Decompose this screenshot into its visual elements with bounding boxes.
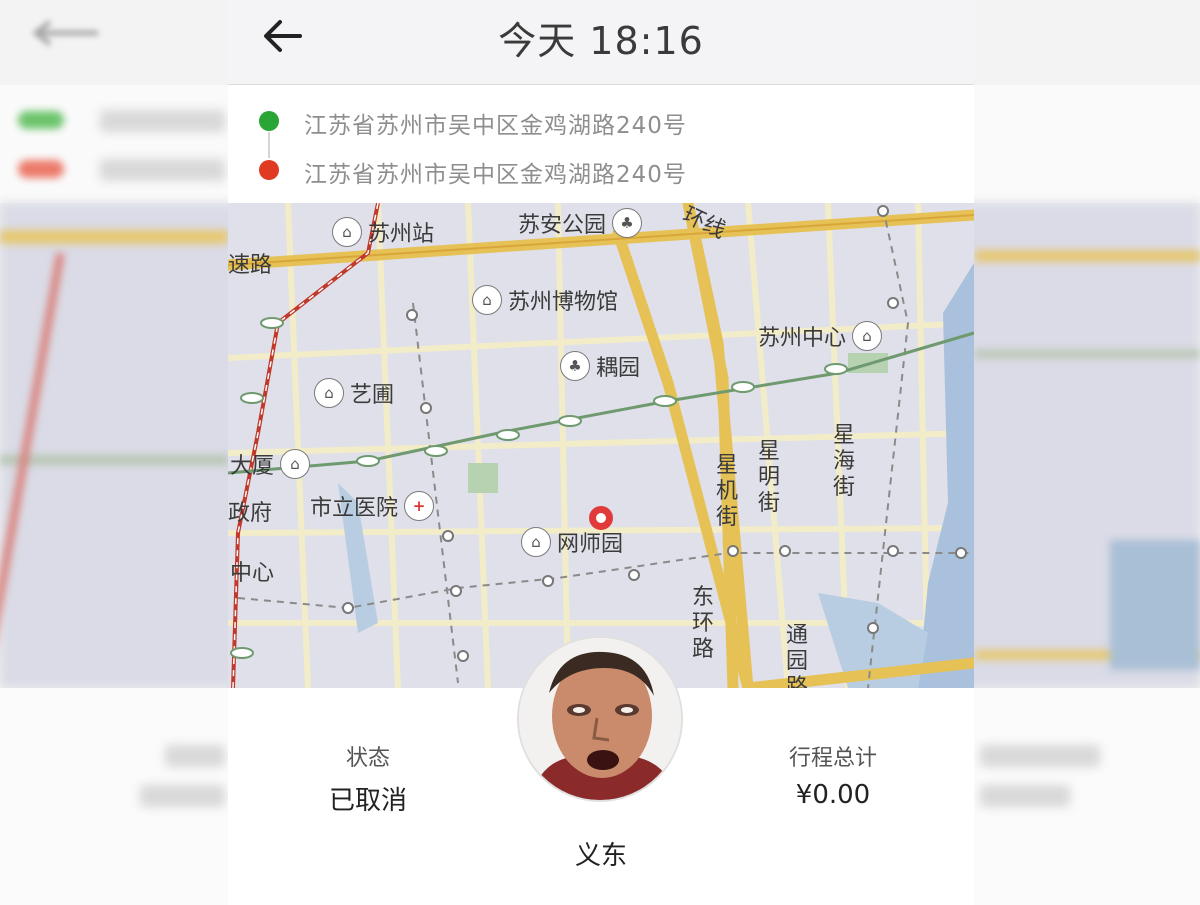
- backdrop-green-dot: [18, 111, 64, 129]
- hospital-icon: +: [404, 491, 435, 521]
- backdrop-road: [975, 250, 1200, 262]
- poi-suzhou-museum: ⌂ 苏州博物馆: [466, 284, 618, 316]
- start-dot-icon: [259, 111, 279, 131]
- start-address: 江苏省苏州市吴中区金鸡湖路240号: [304, 113, 687, 139]
- route-connector: [268, 132, 270, 158]
- route-map[interactable]: ⌂ 苏州站 苏安公园 ♣ ⌂ 苏州博物馆 苏州中心 ⌂ ♣ 耦园 ⌂ 艺圃 大厦 ⌂ 市立医院…: [228, 203, 974, 688]
- backdrop-road: [0, 230, 228, 244]
- street-xingming: 星明街: [757, 439, 780, 516]
- poi-suzhou-center: 苏州中心 ⌂: [758, 320, 888, 352]
- backdrop-road: [975, 350, 1200, 358]
- header-bar: 今天 18:16: [228, 0, 974, 85]
- backdrop-text-bar: [980, 745, 1100, 767]
- garden-icon: ⌂: [314, 378, 344, 408]
- trip-addresses: 江苏省苏州市吴中区金鸡湖路240号 江苏省苏州市吴中区金鸡湖路240号: [228, 85, 974, 203]
- street-donghuan: 东环路: [691, 585, 714, 662]
- poi-building: 大厦 ⌂: [230, 448, 316, 480]
- status-value: 已取消: [328, 786, 407, 816]
- building-icon: ⌂: [280, 449, 311, 479]
- total-label: 行程总计: [788, 746, 877, 771]
- park-icon: ♣: [612, 208, 643, 238]
- street-xingji: 星机街: [715, 453, 738, 530]
- page-title: 今天 18:16: [498, 19, 704, 63]
- trip-detail-screen: 今天 18:16 江苏省苏州市吴中区金鸡湖路240号 江苏省苏州市吴中区金鸡湖路…: [228, 0, 974, 905]
- status-label: 状态: [345, 746, 390, 771]
- poi-center: 中心: [230, 561, 275, 586]
- landmark-icon: ⌂: [852, 321, 883, 351]
- street-tongyuan: 通园路: [785, 623, 808, 688]
- backdrop-text-bar: [100, 159, 225, 181]
- museum-icon: ⌂: [472, 285, 502, 315]
- street-xinghai: 星海街: [832, 423, 855, 500]
- backdrop-road: [0, 455, 228, 465]
- map-roads: [228, 203, 974, 688]
- station-icon: ⌂: [332, 217, 362, 247]
- backdrop-text-bar: [140, 785, 225, 807]
- poi-ouyuan: ♣ 耦园: [554, 350, 640, 382]
- backdrop-text-bar: [980, 785, 1070, 807]
- driver-name: 义东: [574, 841, 627, 871]
- location-pin-icon[interactable]: [586, 503, 616, 533]
- poi-municipal-hospital: 市立医院 +: [310, 490, 440, 522]
- backdrop-text-bar: [165, 745, 225, 767]
- backdrop-text-bar: [100, 110, 225, 132]
- garden-icon: ♣: [560, 351, 590, 381]
- end-address: 江苏省苏州市吴中区金鸡湖路240号: [304, 162, 687, 188]
- backdrop-water: [1110, 540, 1200, 670]
- backdrop-arrow-icon: [31, 20, 98, 46]
- garden-icon: ⌂: [521, 527, 551, 557]
- total-value: ¥0.00: [795, 780, 871, 810]
- poi-government: 政府: [228, 501, 273, 526]
- end-dot-icon: [259, 160, 279, 180]
- poi-suan-park: 苏安公园 ♣: [518, 207, 648, 239]
- poi-suzhou-station: ⌂ 苏州站: [326, 216, 434, 248]
- poi-yipu: ⌂ 艺圃: [308, 377, 394, 409]
- driver-photo: [519, 638, 681, 800]
- road-label-expressway: 速路: [228, 253, 273, 278]
- backdrop-red-dot: [18, 160, 64, 178]
- driver-avatar[interactable]: [517, 636, 683, 802]
